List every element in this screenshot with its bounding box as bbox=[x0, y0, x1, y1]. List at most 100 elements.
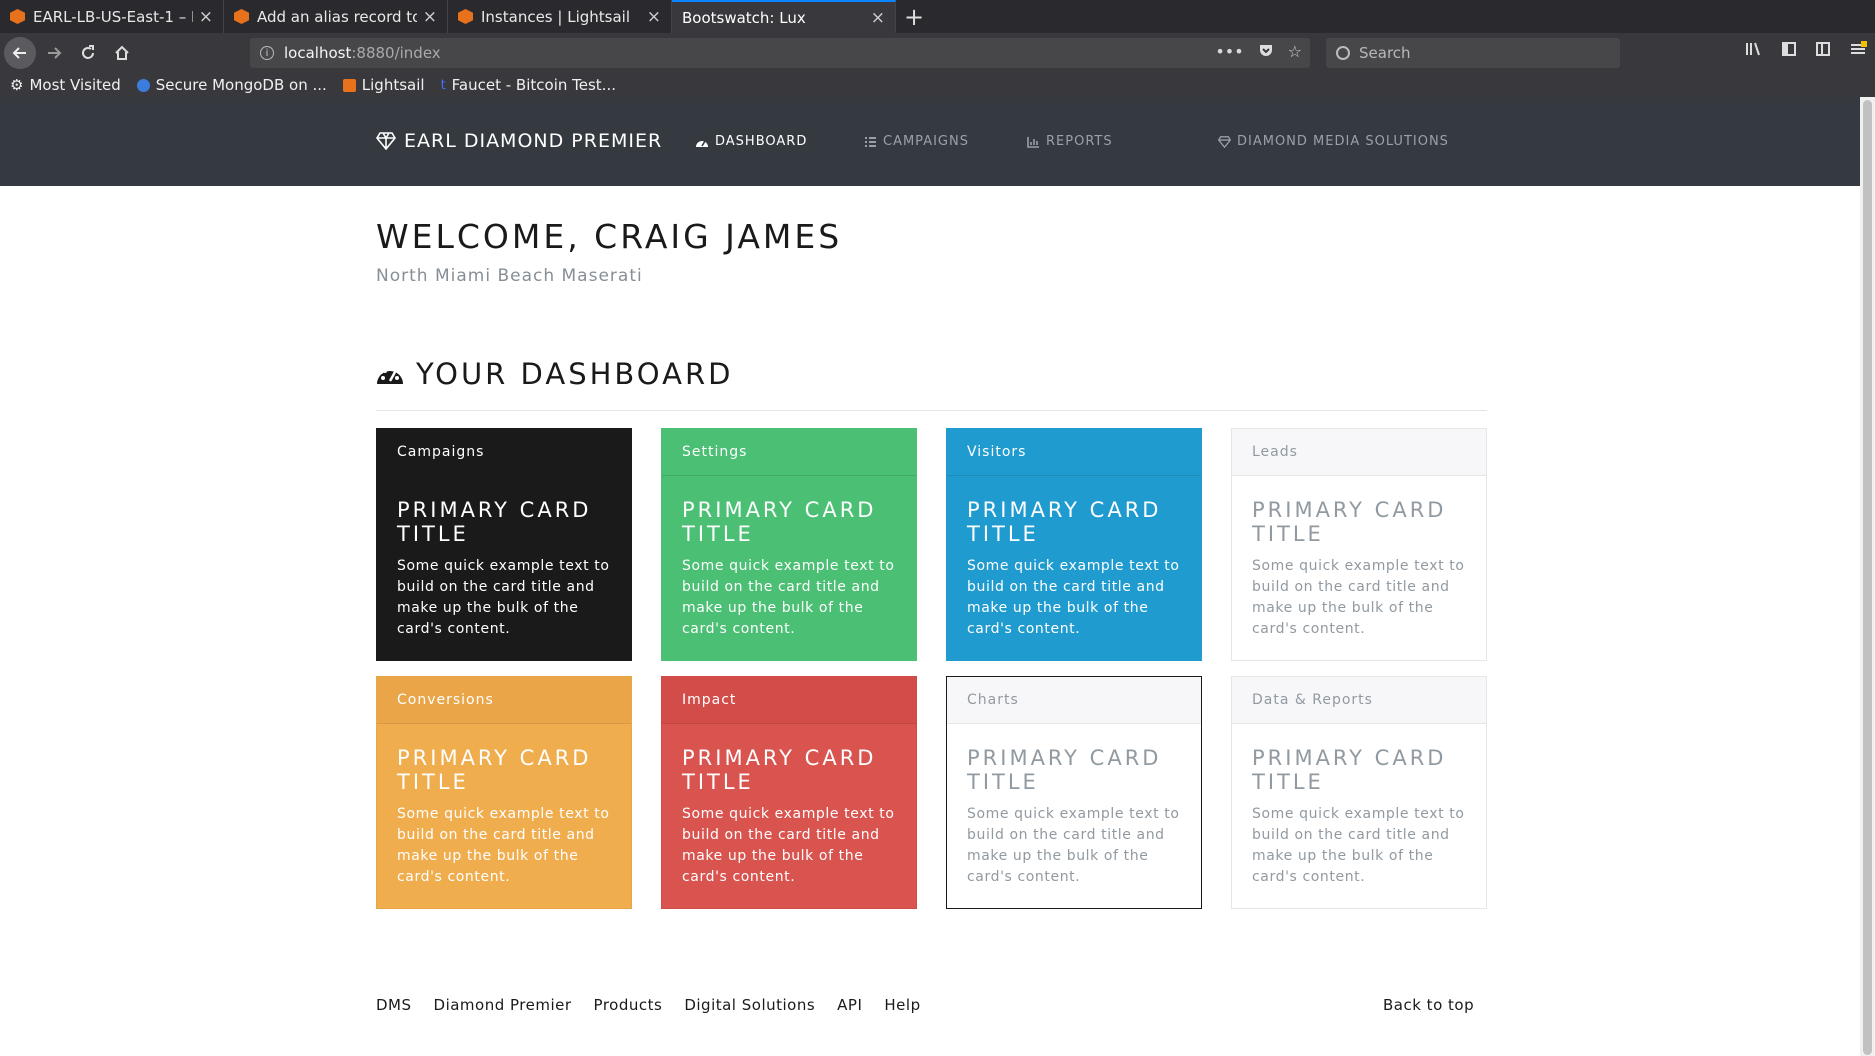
library-icon[interactable] bbox=[1745, 41, 1763, 61]
bookmarks-bar: ⚙ Most Visited Secure MongoDB on ... Lig… bbox=[0, 73, 1875, 97]
search-bar[interactable]: Search bbox=[1326, 38, 1620, 68]
card-title: PRIMARY CARD TITLE bbox=[1252, 498, 1447, 546]
close-icon[interactable]: × bbox=[423, 7, 437, 27]
page-subtitle: North Miami Beach Maserati bbox=[376, 266, 643, 286]
browser-tab[interactable]: Instances | Lightsail × bbox=[448, 0, 672, 33]
scrollbar-thumb[interactable] bbox=[1863, 100, 1872, 1055]
menu-icon[interactable] bbox=[1849, 41, 1867, 61]
sidebar-icon[interactable] bbox=[1815, 41, 1831, 61]
card-conversions[interactable]: Conversions PRIMARY CARD TITLE Some quic… bbox=[376, 676, 632, 909]
card-header: Data & Reports bbox=[1232, 677, 1486, 724]
nav-label: DIAMOND MEDIA SOLUTIONS bbox=[1237, 134, 1449, 149]
nav-reports[interactable]: REPORTS bbox=[1027, 134, 1218, 149]
browser-tab[interactable]: EARL-LB-US-East-1 – Inbo × bbox=[0, 0, 224, 33]
url-actions: ••• ☆ bbox=[1215, 42, 1302, 62]
nav-diamond-media-solutions[interactable]: DIAMOND MEDIA SOLUTIONS bbox=[1218, 134, 1449, 149]
card-text: Some quick example text to build on the … bbox=[1252, 558, 1465, 637]
brand-name: EARL DIAMOND PREMIER bbox=[404, 130, 663, 152]
card-charts[interactable]: Charts PRIMARY CARD TITLE Some quick exa… bbox=[946, 676, 1202, 909]
dashboard-title: YOUR DASHBOARD bbox=[416, 357, 734, 391]
mongodb-icon bbox=[136, 78, 150, 92]
footer-nav: DMS Diamond Premier Products Digital Sol… bbox=[376, 996, 921, 1014]
back-to-top-link[interactable]: Back to top bbox=[1383, 996, 1474, 1014]
card-text: Some quick example text to build on the … bbox=[682, 806, 895, 885]
url-host: localhost bbox=[284, 44, 352, 62]
new-tab-button[interactable]: + bbox=[896, 0, 932, 33]
close-icon[interactable]: × bbox=[199, 7, 213, 27]
diamond-icon bbox=[376, 132, 396, 150]
footer-link-dms[interactable]: DMS bbox=[376, 996, 412, 1014]
page-actions-icon[interactable]: ••• bbox=[1215, 42, 1243, 62]
card-campaigns[interactable]: Campaigns PRIMARY CARD TITLE Some quick … bbox=[376, 428, 632, 661]
toolbar-right bbox=[1745, 41, 1867, 61]
search-icon bbox=[1336, 46, 1350, 60]
gear-icon: ⚙ bbox=[10, 76, 24, 94]
card-title: PRIMARY CARD TITLE bbox=[397, 746, 592, 794]
card-title: PRIMARY CARD TITLE bbox=[1252, 746, 1447, 794]
diamond-icon bbox=[1218, 135, 1231, 148]
card-data-reports[interactable]: Data & Reports PRIMARY CARD TITLE Some q… bbox=[1231, 676, 1487, 909]
close-icon[interactable]: × bbox=[871, 8, 885, 28]
bookmark-most-visited[interactable]: ⚙ Most Visited bbox=[10, 76, 121, 94]
nav-dashboard[interactable]: DASHBOARD bbox=[695, 134, 864, 149]
footer-link-products[interactable]: Products bbox=[594, 996, 663, 1014]
footer-link-help[interactable]: Help bbox=[884, 996, 920, 1014]
nav-campaigns[interactable]: CAMPAIGNS bbox=[864, 134, 1027, 149]
card-title: PRIMARY CARD TITLE bbox=[682, 746, 877, 794]
forward-button[interactable] bbox=[38, 37, 70, 69]
home-button[interactable] bbox=[106, 37, 138, 69]
nav-label: REPORTS bbox=[1046, 134, 1113, 149]
reader-view-icon[interactable] bbox=[1781, 41, 1797, 61]
footer-link-digital-solutions[interactable]: Digital Solutions bbox=[684, 996, 815, 1014]
bookmark-label: Lightsail bbox=[361, 76, 425, 94]
site-navbar: EARL DIAMOND PREMIER DASHBOARD CAMPAIGNS… bbox=[0, 97, 1860, 186]
reload-button[interactable] bbox=[72, 37, 104, 69]
bookmark-mongodb[interactable]: Secure MongoDB on ... bbox=[136, 76, 327, 94]
home-icon bbox=[115, 45, 129, 60]
page-title: WELCOME, CRAIG JAMES bbox=[376, 217, 843, 256]
star-icon[interactable]: ☆ bbox=[1288, 42, 1302, 62]
aws-icon bbox=[234, 9, 249, 24]
info-icon[interactable]: i bbox=[260, 46, 274, 60]
search-placeholder: Search bbox=[1359, 44, 1411, 62]
list-icon bbox=[865, 136, 876, 147]
tab-title: EARL-LB-US-East-1 – Inbo bbox=[33, 7, 193, 26]
lightsail-icon bbox=[342, 78, 356, 92]
card-text: Some quick example text to build on the … bbox=[397, 558, 610, 637]
browser-tab[interactable]: Add an alias record to pu × bbox=[224, 0, 448, 33]
page-scrollbar[interactable] bbox=[1860, 97, 1875, 1056]
back-button[interactable] bbox=[4, 37, 36, 69]
card-header: Conversions bbox=[377, 677, 631, 724]
arrow-right-icon bbox=[48, 47, 62, 59]
bookmark-label: Most Visited bbox=[29, 76, 121, 94]
dashboard-heading: YOUR DASHBOARD bbox=[376, 357, 733, 391]
card-settings[interactable]: Settings PRIMARY CARD TITLE Some quick e… bbox=[661, 428, 917, 661]
card-impact[interactable]: Impact PRIMARY CARD TITLE Some quick exa… bbox=[661, 676, 917, 909]
lightsail-icon bbox=[458, 9, 473, 24]
aws-icon bbox=[10, 9, 25, 24]
brand[interactable]: EARL DIAMOND PREMIER bbox=[376, 130, 662, 152]
faucet-icon: t bbox=[440, 77, 446, 93]
card-visitors[interactable]: Visitors PRIMARY CARD TITLE Some quick e… bbox=[946, 428, 1202, 661]
footer-link-api[interactable]: API bbox=[837, 996, 862, 1014]
tab-title: Instances | Lightsail bbox=[481, 7, 630, 26]
card-title: PRIMARY CARD TITLE bbox=[397, 498, 592, 546]
nav-label: DASHBOARD bbox=[715, 134, 808, 149]
bookmark-faucet[interactable]: t Faucet - Bitcoin Test... bbox=[441, 76, 616, 94]
url-bar[interactable]: i localhost:8880/index ••• ☆ bbox=[250, 38, 1310, 68]
pocket-icon[interactable] bbox=[1258, 42, 1274, 62]
arrow-left-icon bbox=[12, 47, 26, 59]
tab-title: Add an alias record to pu bbox=[257, 7, 417, 26]
close-icon[interactable]: × bbox=[647, 7, 661, 27]
card-text: Some quick example text to build on the … bbox=[967, 806, 1180, 885]
tachometer-icon bbox=[696, 140, 708, 147]
card-leads[interactable]: Leads PRIMARY CARD TITLE Some quick exam… bbox=[1231, 428, 1487, 661]
footer-link-diamond-premier[interactable]: Diamond Premier bbox=[434, 996, 572, 1014]
bookmark-lightsail[interactable]: Lightsail bbox=[342, 76, 425, 94]
card-header: Visitors bbox=[947, 429, 1201, 476]
card-text: Some quick example text to build on the … bbox=[682, 558, 895, 637]
card-text: Some quick example text to build on the … bbox=[397, 806, 610, 885]
nav-label: CAMPAIGNS bbox=[883, 134, 969, 149]
card-title: PRIMARY CARD TITLE bbox=[967, 746, 1162, 794]
browser-tab-active[interactable]: Bootswatch: Lux × bbox=[672, 0, 896, 33]
